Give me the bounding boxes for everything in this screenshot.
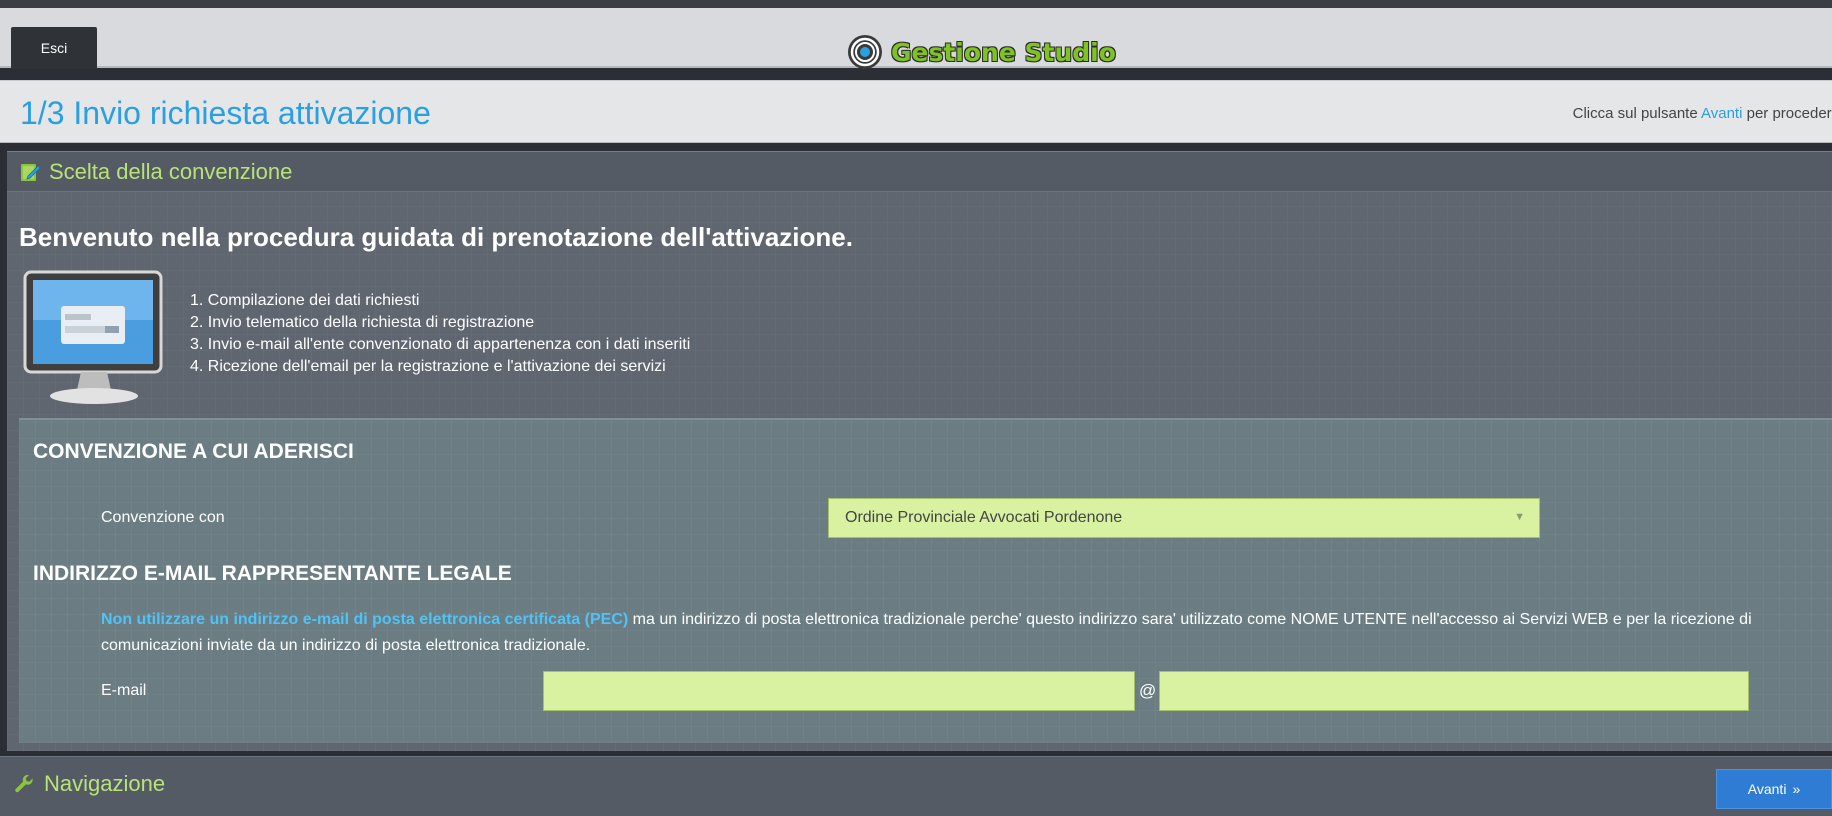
form-panel: CONVENZIONE A CUI ADERISCI Convenzione c… (19, 418, 1832, 743)
monitor-login-icon (23, 270, 163, 404)
window-frame (0, 0, 1832, 8)
next-button[interactable]: Avanti » (1716, 769, 1832, 809)
main-panel: Scelta della convenzione Benvenuto nella… (7, 151, 1832, 751)
section-header: Scelta della convenzione (7, 152, 1832, 192)
email-label: E-mail (101, 682, 147, 699)
navigation-title: Navigazione (44, 771, 166, 796)
next-button-label: Avanti (1747, 781, 1787, 797)
at-sign: @ (1139, 681, 1157, 700)
hint-next-link: Avanti (1701, 105, 1743, 122)
step-hint: Clicca sul pulsante Avanti per procedere (1573, 105, 1832, 122)
target-logo-icon (848, 35, 882, 69)
convention-label: Convenzione con (101, 509, 225, 526)
page-title: 1/3 Invio richiesta attivazione (20, 95, 431, 131)
logout-button[interactable]: Esci (11, 27, 97, 69)
top-bar: Esci Gestione Studio (0, 8, 1832, 70)
app-logo: Gestione Studio (847, 34, 1116, 70)
hint-text-after: per procedere (1742, 105, 1832, 122)
email-local-part-input[interactable] (543, 671, 1135, 711)
convention-heading: CONVENZIONE A CUI ADERISCI (33, 440, 354, 463)
list-item: 3. Invio e-mail all'ente convenzionato d… (190, 336, 691, 353)
navigation-header: Navigazione (12, 771, 165, 797)
pec-warning: Non utilizzare un indirizzo e-mail di po… (101, 611, 629, 628)
steps-list: 1. Compilazione dei dati richiesti 2. In… (190, 290, 690, 378)
dropdown-arrow-icon: ▼ (1514, 511, 1525, 523)
double-chevron-right-icon: » (1792, 781, 1801, 797)
welcome-heading: Benvenuto nella procedura guidata di pre… (19, 222, 853, 252)
navigation-bar: Navigazione Avanti » (0, 756, 1832, 816)
email-domain-input[interactable] (1159, 671, 1749, 711)
section-title: Scelta della convenzione (49, 158, 293, 184)
convention-select[interactable]: Ordine Provinciale Avvocati Pordenone ▼ (828, 498, 1540, 538)
email-heading: INDIRIZZO E-MAIL RAPPRESENTANTE LEGALE (33, 562, 512, 585)
list-item: 1. Compilazione dei dati richiesti (190, 292, 420, 309)
step-header: 1/3 Invio richiesta attivazione Clicca s… (0, 80, 1832, 143)
list-item: 4. Ricezione dell'email per la registraz… (190, 358, 666, 375)
convention-selected-value: Ordine Provinciale Avvocati Pordenone (845, 509, 1123, 526)
hint-text-before: Clicca sul pulsante (1572, 105, 1702, 122)
email-notice: Non utilizzare un indirizzo e-mail di po… (101, 607, 1761, 659)
wrench-icon (15, 774, 33, 793)
app-name: Gestione Studio (891, 37, 1116, 67)
list-item: 2. Invio telematico della richiesta di r… (190, 314, 535, 331)
edit-document-icon (21, 163, 41, 181)
